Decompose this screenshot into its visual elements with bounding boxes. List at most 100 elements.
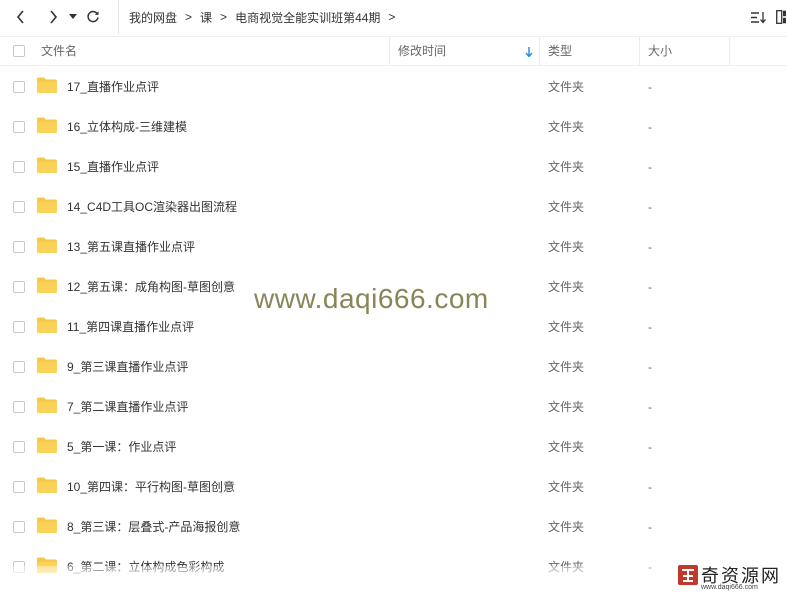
file-row[interactable]: 15_直播作业点评 文件夹 -	[0, 147, 787, 187]
column-header-name[interactable]: 文件名	[0, 37, 390, 65]
file-size: -	[648, 80, 652, 94]
sort-list-icon	[751, 11, 766, 24]
view-mode-button[interactable]	[775, 6, 787, 28]
file-size: -	[648, 520, 652, 534]
toolbar-right	[747, 0, 787, 34]
row-checkbox[interactable]	[13, 241, 25, 253]
caret-down-icon	[69, 14, 77, 19]
breadcrumb-separator-icon: >	[388, 10, 396, 24]
column-header-type-label: 类型	[548, 44, 573, 58]
file-name[interactable]: 8_第三课：层叠式-产品海报创意	[67, 507, 240, 547]
file-row[interactable]: 7_第二课直播作业点评 文件夹 -	[0, 387, 787, 427]
row-checkbox[interactable]	[13, 521, 25, 533]
file-name[interactable]: 11_第四课直播作业点评	[67, 307, 194, 347]
file-size: -	[648, 480, 652, 494]
file-type: 文件夹	[548, 80, 585, 94]
watermark-text: www.daqi666.com	[254, 283, 489, 314]
breadcrumb-item-current[interactable]: 电商视觉全能实训班第44期	[235, 9, 380, 26]
sort-desc-arrow-icon	[525, 47, 533, 57]
file-size: -	[648, 200, 652, 214]
file-name[interactable]: 10_第四课：平行构图-草图创意	[67, 467, 235, 507]
folder-icon	[37, 397, 57, 413]
corner-logo: 奇资源网 www.daqi666.com	[673, 562, 787, 596]
file-size: -	[648, 280, 652, 294]
column-header-type[interactable]: 类型	[540, 37, 640, 65]
file-type: 文件夹	[548, 120, 585, 134]
row-checkbox[interactable]	[13, 121, 25, 133]
file-row[interactable]: 8_第三课：层叠式-产品海报创意 文件夹 -	[0, 507, 787, 547]
file-name[interactable]: 13_第五课直播作业点评	[67, 227, 195, 267]
file-name[interactable]: 14_C4D工具OC渲染器出图流程	[67, 187, 237, 227]
file-size: -	[648, 440, 652, 454]
row-checkbox[interactable]	[13, 481, 25, 493]
file-row[interactable]: 16_立体构成-三维建模 文件夹 -	[0, 107, 787, 147]
file-size: -	[648, 120, 652, 134]
file-name[interactable]: 16_立体构成-三维建模	[67, 107, 187, 147]
toolbar: 我的网盘 > 课 > 电商视觉全能实训班第44期 >	[0, 0, 787, 34]
file-type: 文件夹	[548, 360, 585, 374]
breadcrumb-separator-icon: >	[185, 10, 193, 24]
file-type: 文件夹	[548, 440, 585, 454]
file-name[interactable]: 5_第一课：作业点评	[67, 427, 176, 467]
folder-icon	[37, 437, 57, 453]
file-size: -	[648, 320, 652, 334]
column-header-size[interactable]: 大小	[640, 37, 730, 65]
file-type: 文件夹	[548, 200, 585, 214]
folder-icon	[37, 157, 57, 173]
refresh-button[interactable]	[82, 6, 104, 28]
row-checkbox[interactable]	[13, 401, 25, 413]
row-checkbox[interactable]	[13, 281, 25, 293]
file-list-header: 文件名 修改时间 类型 大小	[0, 36, 787, 66]
row-checkbox[interactable]	[13, 81, 25, 93]
folder-icon	[37, 77, 57, 93]
logo-url: www.daqi666.com	[701, 584, 758, 591]
row-checkbox[interactable]	[13, 201, 25, 213]
refresh-icon	[87, 10, 99, 23]
file-type: 文件夹	[548, 400, 585, 414]
column-header-size-label: 大小	[648, 44, 673, 58]
folder-icon	[37, 317, 57, 333]
back-button[interactable]	[10, 6, 32, 28]
folder-icon	[37, 237, 57, 253]
breadcrumb-item-root[interactable]: 我的网盘	[129, 9, 177, 26]
file-type: 文件夹	[548, 520, 585, 534]
breadcrumb-separator-icon: >	[220, 10, 228, 24]
file-row[interactable]: 14_C4D工具OC渲染器出图流程 文件夹 -	[0, 187, 787, 227]
logo-mark-icon	[678, 565, 698, 585]
file-name[interactable]: 12_第五课：成角构图-草图创意	[67, 267, 235, 307]
folder-icon	[37, 357, 57, 373]
file-name[interactable]: 9_第三课直播作业点评	[67, 347, 188, 387]
file-row[interactable]: 9_第三课直播作业点评 文件夹 -	[0, 347, 787, 387]
file-name[interactable]: 7_第二课直播作业点评	[67, 387, 188, 427]
folder-icon	[37, 117, 57, 133]
file-type: 文件夹	[548, 280, 585, 294]
file-row[interactable]: 13_第五课直播作业点评 文件夹 -	[0, 227, 787, 267]
file-name[interactable]: 17_直播作业点评	[67, 67, 159, 107]
file-row[interactable]: 5_第一课：作业点评 文件夹 -	[0, 427, 787, 467]
file-size: -	[648, 240, 652, 254]
history-dropdown-button[interactable]	[66, 6, 80, 28]
folder-icon	[37, 477, 57, 493]
file-type: 文件夹	[548, 160, 585, 174]
file-row[interactable]: 17_直播作业点评 文件夹 -	[0, 67, 787, 107]
row-checkbox[interactable]	[13, 441, 25, 453]
column-header-modified-label: 修改时间	[398, 44, 447, 58]
file-size: -	[648, 360, 652, 374]
column-header-name-label: 文件名	[41, 44, 78, 58]
grid-view-icon	[776, 10, 786, 24]
breadcrumb-item-course[interactable]: 课	[200, 9, 212, 26]
forward-button[interactable]	[42, 6, 64, 28]
row-checkbox[interactable]	[13, 361, 25, 373]
row-checkbox[interactable]	[13, 321, 25, 333]
column-header-modified[interactable]: 修改时间	[390, 37, 540, 65]
breadcrumb: 我的网盘 > 课 > 电商视觉全能实训班第44期 >	[118, 0, 403, 34]
folder-icon	[37, 517, 57, 533]
file-name[interactable]: 15_直播作业点评	[67, 147, 159, 187]
chevron-right-icon	[50, 10, 58, 24]
chevron-left-icon	[16, 10, 24, 24]
file-size: -	[648, 400, 652, 414]
sort-button[interactable]	[747, 6, 769, 28]
file-type: 文件夹	[548, 480, 585, 494]
file-row[interactable]: 10_第四课：平行构图-草图创意 文件夹 -	[0, 467, 787, 507]
row-checkbox[interactable]	[13, 161, 25, 173]
